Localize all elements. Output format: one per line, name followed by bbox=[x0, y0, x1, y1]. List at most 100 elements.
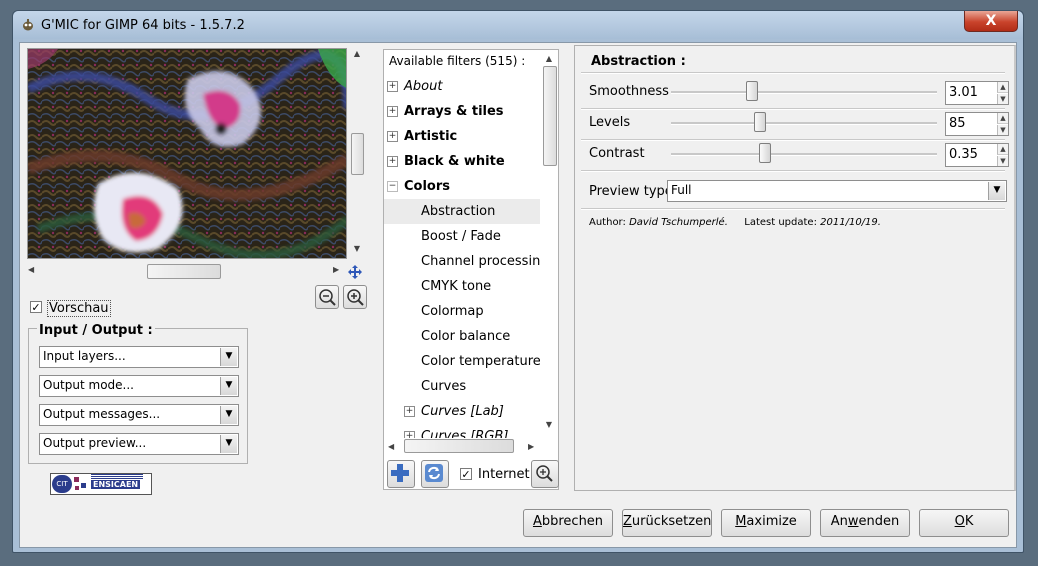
filter-zoom-button[interactable] bbox=[531, 460, 559, 488]
output-messages-combo[interactable]: Output messages... ▼ bbox=[39, 404, 239, 426]
expand-icon[interactable]: + bbox=[387, 131, 398, 142]
chevron-down-icon: ▼ bbox=[988, 182, 1005, 200]
logo-graphic bbox=[74, 477, 86, 490]
input-layers-combo[interactable]: Input layers... ▼ bbox=[39, 346, 239, 368]
title-bar[interactable]: G'MIC for GIMP 64 bits - 1.5.7.2 X bbox=[13, 11, 1023, 39]
smoothness-slider-handle[interactable] bbox=[745, 81, 758, 101]
filter-item-color-balance[interactable]: Color balance bbox=[384, 324, 540, 349]
move-icon[interactable] bbox=[347, 264, 363, 280]
author-label: Author: bbox=[589, 217, 626, 228]
preview-scroll-down-icon[interactable]: ▼ bbox=[350, 244, 364, 256]
filter-hscroll-left-icon[interactable]: ◀ bbox=[388, 442, 398, 452]
preview-type-combo[interactable]: Full ▼ bbox=[667, 180, 1007, 202]
preview-checkbox[interactable]: ✓ bbox=[30, 301, 42, 313]
filter-vscroll-up-icon[interactable]: ▲ bbox=[542, 54, 556, 64]
smoothness-value: 3.01 bbox=[949, 85, 978, 100]
update-label: Latest update: bbox=[744, 217, 817, 228]
filter-item-curves[interactable]: Curves bbox=[384, 374, 540, 399]
input-layers-label: Input layers... bbox=[43, 349, 126, 363]
filter-vscroll-thumb[interactable] bbox=[543, 66, 557, 166]
filter-tree-rows: + About + Arrays & tiles + Artistic + Black … bbox=[384, 74, 540, 438]
contrast-slider-handle[interactable] bbox=[759, 143, 772, 163]
levels-spinbox[interactable]: 85 ▲ ▼ bbox=[945, 112, 1009, 136]
divider bbox=[581, 108, 1005, 110]
output-mode-combo[interactable]: Output mode... ▼ bbox=[39, 375, 239, 397]
levels-slider-track[interactable] bbox=[671, 122, 937, 125]
filter-hscroll-thumb[interactable] bbox=[404, 439, 514, 453]
filter-category-artistic[interactable]: + Artistic bbox=[384, 124, 540, 149]
output-preview-combo[interactable]: Output preview... ▼ bbox=[39, 433, 239, 455]
author-value: David Tschumperlé. bbox=[629, 217, 728, 228]
filter-item-boost-fade[interactable]: Boost / Fade bbox=[384, 224, 540, 249]
filter-item-channel-processing[interactable]: Channel processing bbox=[384, 249, 540, 274]
smoothness-spinbox[interactable]: 3.01 ▲ ▼ bbox=[945, 81, 1009, 105]
reset-button[interactable]: Zurücksetzen bbox=[622, 509, 712, 537]
window-title: G'MIC for GIMP 64 bits - 1.5.7.2 bbox=[41, 18, 245, 33]
spin-up-icon[interactable]: ▲ bbox=[997, 113, 1008, 124]
apply-button[interactable]: Anwenden bbox=[820, 509, 910, 537]
maximize-button[interactable]: Maximize bbox=[721, 509, 811, 537]
chevron-down-icon: ▼ bbox=[220, 406, 237, 424]
cancel-button[interactable]: Abbrechen bbox=[523, 509, 613, 537]
divider bbox=[581, 139, 1005, 141]
params-title: Abstraction : bbox=[591, 54, 686, 69]
spin-down-icon[interactable]: ▼ bbox=[997, 156, 1008, 166]
divider bbox=[581, 170, 1005, 172]
expand-icon[interactable]: + bbox=[404, 406, 415, 417]
zoom-out-button[interactable] bbox=[315, 285, 339, 309]
preview-scroll-up-icon[interactable]: ▲ bbox=[350, 49, 364, 61]
preview-image[interactable] bbox=[27, 48, 347, 259]
zoom-in-button[interactable] bbox=[343, 285, 367, 309]
filter-item-abstraction[interactable]: Abstraction bbox=[384, 199, 540, 224]
filter-category-colors[interactable]: − Colors bbox=[384, 174, 540, 199]
add-filter-button[interactable] bbox=[387, 460, 415, 488]
filter-item-colormap[interactable]: Colormap bbox=[384, 299, 540, 324]
spin-down-icon[interactable]: ▼ bbox=[997, 125, 1008, 135]
filter-tree[interactable]: Available filters (515) : + About + Arrays… bbox=[383, 49, 559, 490]
filter-tree-header: Available filters (515) : bbox=[389, 54, 526, 68]
preview-scroll-right-icon[interactable]: ▶ bbox=[333, 265, 345, 277]
preview-checkbox-label: Vorschau bbox=[47, 300, 111, 317]
divider bbox=[581, 208, 1005, 210]
preview-type-label: Preview type bbox=[589, 184, 673, 199]
ok-button[interactable]: OK bbox=[919, 509, 1009, 537]
preview-vscroll-thumb[interactable] bbox=[351, 133, 364, 175]
close-button[interactable]: X bbox=[964, 11, 1018, 32]
zoom-in-icon bbox=[347, 289, 364, 306]
filter-category-about[interactable]: + About bbox=[384, 74, 540, 99]
output-preview-label: Output preview... bbox=[43, 436, 147, 450]
expand-icon[interactable]: + bbox=[404, 431, 415, 438]
contrast-slider-track[interactable] bbox=[671, 153, 937, 156]
levels-label: Levels bbox=[589, 115, 631, 130]
close-icon: X bbox=[985, 13, 997, 29]
chevron-down-icon: ▼ bbox=[220, 435, 237, 453]
expand-icon[interactable]: + bbox=[387, 81, 398, 92]
filter-item-curves-lab[interactable]: + Curves [Lab] bbox=[384, 399, 540, 424]
levels-value: 85 bbox=[949, 116, 966, 131]
preview-canvas bbox=[28, 49, 346, 258]
contrast-value: 0.35 bbox=[949, 147, 978, 162]
gimp-icon bbox=[23, 19, 33, 31]
spin-down-icon[interactable]: ▼ bbox=[997, 94, 1008, 104]
spin-up-icon[interactable]: ▲ bbox=[997, 82, 1008, 93]
filter-item-color-temperature[interactable]: Color temperature bbox=[384, 349, 540, 374]
internet-checkbox[interactable]: ✓ bbox=[460, 468, 472, 480]
contrast-spinbox[interactable]: 0.35 ▲ ▼ bbox=[945, 143, 1009, 167]
refresh-filters-button[interactable] bbox=[421, 460, 449, 488]
expand-icon[interactable]: + bbox=[387, 156, 398, 167]
collapse-icon[interactable]: − bbox=[387, 181, 398, 192]
filter-vscroll-down-icon[interactable]: ▼ bbox=[542, 420, 556, 430]
smoothness-slider-track[interactable] bbox=[671, 91, 937, 94]
expand-icon[interactable]: + bbox=[387, 106, 398, 117]
preview-hscroll-thumb[interactable] bbox=[147, 264, 221, 279]
filter-category-arrays-tiles[interactable]: + Arrays & tiles bbox=[384, 99, 540, 124]
filter-hscroll-right-icon[interactable]: ▶ bbox=[528, 442, 538, 452]
filter-item-curves-rgb[interactable]: + Curves [RGB] bbox=[384, 424, 540, 438]
filter-item-cmyk-tone[interactable]: CMYK tone bbox=[384, 274, 540, 299]
filter-category-black-white[interactable]: + Black & white bbox=[384, 149, 540, 174]
preview-scroll-left-icon[interactable]: ◀ bbox=[28, 265, 40, 277]
author-info: Author: David Tschumperlé. Latest update… bbox=[589, 217, 881, 228]
divider bbox=[581, 72, 1005, 74]
levels-slider-handle[interactable] bbox=[753, 112, 766, 132]
spin-up-icon[interactable]: ▲ bbox=[997, 144, 1008, 155]
